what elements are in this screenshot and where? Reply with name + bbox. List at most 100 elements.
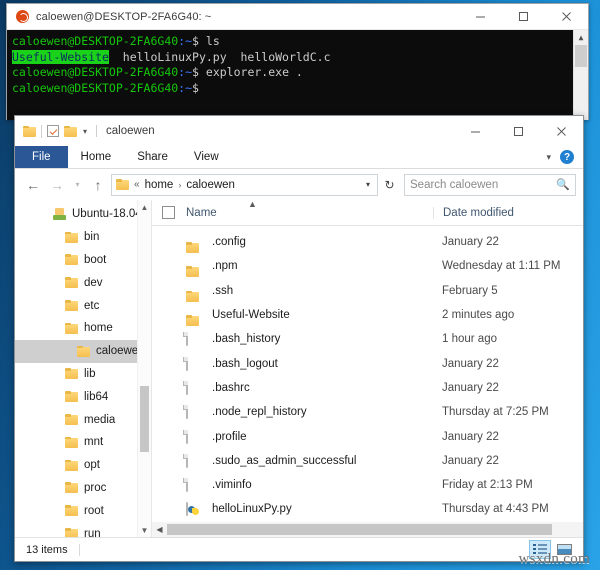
explorer-close-button[interactable]: [540, 116, 583, 146]
refresh-icon[interactable]: ↻: [380, 178, 399, 192]
folder-icon: [65, 459, 78, 471]
sidebar-item-label: dev: [84, 276, 103, 289]
sidebar-item-media[interactable]: media: [15, 408, 151, 431]
tab-home[interactable]: Home: [68, 146, 125, 168]
sidebar-item-proc[interactable]: proc: [15, 477, 151, 500]
terminal-scrollbar[interactable]: ▲: [573, 30, 588, 120]
sidebar-item-caloewen[interactable]: caloewen: [15, 339, 151, 363]
table-row[interactable]: .bash_logout January 22: [152, 351, 583, 375]
column-header-date[interactable]: Date modified: [433, 206, 583, 219]
folder-icon: [65, 368, 78, 380]
up-arrow-icon[interactable]: ↑: [87, 174, 109, 196]
navigation-scrollbar[interactable]: ▲ ▼: [137, 200, 151, 537]
table-row[interactable]: .bashrc January 22: [152, 376, 583, 400]
file-date-cell: Thursday at 4:43 PM: [442, 503, 549, 516]
breadcrumb-dropdown-icon[interactable]: ▾: [363, 180, 373, 189]
file-date-cell: Thursday at 7:25 PM: [442, 406, 549, 419]
nav-scroll-up-icon[interactable]: ▲: [138, 200, 151, 214]
recent-locations-icon[interactable]: ▾: [70, 174, 85, 196]
sidebar-item-opt[interactable]: opt: [15, 454, 151, 477]
search-box[interactable]: 🔍: [404, 173, 576, 196]
breadcrumb-overflow-icon[interactable]: «: [134, 179, 140, 190]
sidebar-item-home[interactable]: home: [15, 317, 151, 340]
sidebar-item-ubuntu-18-04[interactable]: Ubuntu-18.04: [15, 203, 151, 226]
explorer-titlebar[interactable]: ▾ caloewen: [15, 116, 583, 146]
tab-view[interactable]: View: [181, 146, 232, 168]
properties-checkbox-icon[interactable]: [47, 125, 59, 137]
terminal-scrollbar-thumb[interactable]: [575, 45, 587, 67]
sidebar-item-boot[interactable]: boot: [15, 249, 151, 272]
sidebar-item-run[interactable]: run: [15, 522, 151, 537]
breadcrumb-separator: ›: [178, 179, 182, 190]
breadcrumb[interactable]: « home › caloewen ▾: [111, 173, 378, 196]
terminal-command-text: ls: [205, 34, 220, 48]
folder-icon: [65, 391, 78, 403]
nav-scroll-down-icon[interactable]: ▼: [138, 523, 151, 537]
chevron-down-icon[interactable]: ▾: [546, 152, 551, 163]
sidebar-item-lib[interactable]: lib: [15, 363, 151, 386]
ribbon-tab-bar[interactable]: File Home Share View ▾ ?: [15, 146, 583, 169]
terminal-prompt-user: caloewen@DESKTOP-2FA6G40: [12, 34, 179, 48]
help-button[interactable]: ?: [560, 150, 574, 164]
tab-share[interactable]: Share: [124, 146, 181, 168]
terminal-prompt-dollar-3: $: [192, 80, 199, 95]
table-row[interactable]: .bash_history 1 hour ago: [152, 327, 583, 351]
table-row[interactable]: helloLinuxPy.py Thursday at 4:43 PM: [152, 497, 583, 521]
folder-icon[interactable]: [23, 125, 36, 137]
sidebar-item-lib64[interactable]: lib64: [15, 385, 151, 408]
sidebar-item-dev[interactable]: dev: [15, 271, 151, 294]
breadcrumb-item-home[interactable]: home: [145, 179, 174, 191]
table-row[interactable]: .npm Wednesday at 1:11 PM: [152, 254, 583, 278]
python-file-icon: [186, 502, 188, 517]
table-row[interactable]: .profile January 22: [152, 424, 583, 448]
terminal-close-button[interactable]: [545, 4, 588, 29]
table-row[interactable]: Useful-Website 2 minutes ago: [152, 303, 583, 327]
customize-caret-icon[interactable]: ▾: [83, 127, 87, 136]
column-header-name[interactable]: Name ▲: [186, 199, 433, 219]
file-icon: [186, 332, 188, 347]
file-date-cell: 1 hour ago: [442, 333, 497, 346]
nav-scrollbar-thumb[interactable]: [140, 386, 149, 452]
search-input[interactable]: [410, 178, 557, 191]
terminal-line-command-ls: caloewen@DESKTOP-2FA6G40:~$ ls: [12, 34, 588, 50]
linux-distro-icon: [53, 208, 66, 221]
table-row[interactable]: .node_repl_history Thursday at 7:25 PM: [152, 400, 583, 424]
quick-access-toolbar[interactable]: ▾: [15, 124, 87, 138]
terminal-output-area[interactable]: caloewen@DESKTOP-2FA6G40:~$ ls Useful-We…: [7, 30, 588, 120]
hscroll-thumb[interactable]: [167, 524, 552, 535]
table-row[interactable]: .sudo_as_admin_successful January 22: [152, 449, 583, 473]
tab-file[interactable]: File: [15, 146, 68, 168]
table-row[interactable]: .ssh February 5: [152, 279, 583, 303]
terminal-scroll-up-icon[interactable]: ▲: [574, 30, 588, 45]
terminal-minimize-button[interactable]: [459, 4, 502, 29]
explorer-minimize-button[interactable]: [454, 116, 497, 146]
file-icon-wrapper: [186, 356, 203, 371]
sidebar-item-etc[interactable]: etc: [15, 294, 151, 317]
forward-arrow-icon[interactable]: →: [46, 174, 68, 196]
hscroll-left-icon[interactable]: ◀: [152, 525, 167, 534]
new-folder-icon[interactable]: [64, 125, 77, 137]
file-name-cell: .npm: [212, 260, 238, 273]
navigation-pane[interactable]: Ubuntu-18.04 bin boot dev etc home caloewen lib…: [15, 200, 151, 537]
file-list-pane[interactable]: Name ▲ Date modified .config January 22 .n…: [151, 199, 583, 537]
file-explorer-window[interactable]: ▾ caloewen File Home Share View ▾ ? ← → …: [14, 115, 584, 562]
column-headers[interactable]: Name ▲ Date modified: [152, 199, 583, 226]
breadcrumb-item-caloewen[interactable]: caloewen: [186, 179, 235, 191]
explorer-maximize-button[interactable]: [497, 116, 540, 146]
sidebar-item-root[interactable]: root: [15, 499, 151, 522]
file-list-horizontal-scrollbar[interactable]: ◀: [152, 522, 569, 537]
back-arrow-icon[interactable]: ←: [22, 174, 44, 196]
address-bar[interactable]: ← → ▾ ↑ « home › caloewen ▾ ↻ 🔍: [15, 169, 583, 200]
select-all-checkbox[interactable]: [162, 206, 175, 219]
table-row[interactable]: .config January 22: [152, 230, 583, 254]
sidebar-item-bin[interactable]: bin: [15, 226, 151, 249]
terminal-prompt-user-3: caloewen@DESKTOP-2FA6G40: [12, 80, 179, 95]
sidebar-item-mnt[interactable]: mnt: [15, 431, 151, 454]
terminal-line-ls-output: Useful-Website helloLinuxPy.py helloWorl…: [12, 49, 588, 66]
terminal-window[interactable]: caloewen@DESKTOP-2FA6G40: ~ caloewen@DES…: [6, 3, 589, 120]
sidebar-item-label: bin: [84, 231, 100, 244]
terminal-maximize-button[interactable]: [502, 4, 545, 29]
search-icon[interactable]: 🔍: [556, 178, 570, 191]
table-row[interactable]: .viminfo Friday at 2:13 PM: [152, 473, 583, 497]
terminal-titlebar[interactable]: caloewen@DESKTOP-2FA6G40: ~: [7, 4, 588, 30]
